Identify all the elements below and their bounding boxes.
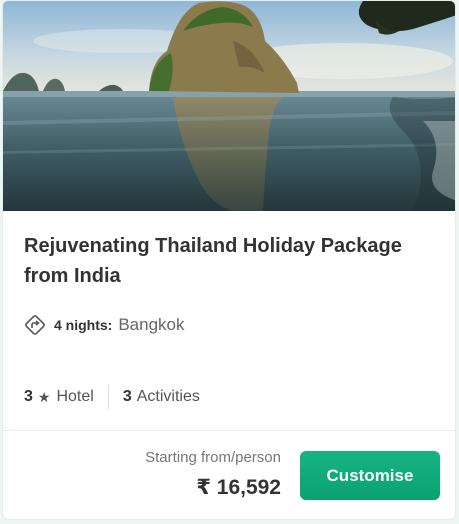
hotel-count: 3 xyxy=(24,388,33,405)
hotel-label: Hotel xyxy=(56,388,94,405)
package-duration: 4 nights: Bangkok xyxy=(24,313,185,337)
package-inclusions: 3 ★ Hotel 3 Activities xyxy=(24,385,200,409)
activity-label: Activities xyxy=(136,388,200,405)
activity-count: 3 xyxy=(122,388,132,405)
star-icon: ★ xyxy=(37,388,51,405)
package-card[interactable]: Rejuvenating Thailand Holiday Package fr… xyxy=(2,0,456,520)
price-block: Starting from/person ₹ 16,592 xyxy=(145,447,281,500)
price-value: ₹ 16,592 xyxy=(196,476,281,499)
destination-city: Bangkok xyxy=(118,315,185,334)
inclusion-divider xyxy=(107,385,109,409)
nights-count: 4 nights: xyxy=(54,317,113,333)
card-divider xyxy=(3,430,455,431)
price-caption: Starting from/person xyxy=(145,449,281,466)
package-title[interactable]: Rejuvenating Thailand Holiday Package fr… xyxy=(24,231,434,291)
package-image[interactable] xyxy=(3,1,456,211)
customise-button[interactable]: Customise xyxy=(300,451,440,500)
route-icon xyxy=(25,315,45,335)
